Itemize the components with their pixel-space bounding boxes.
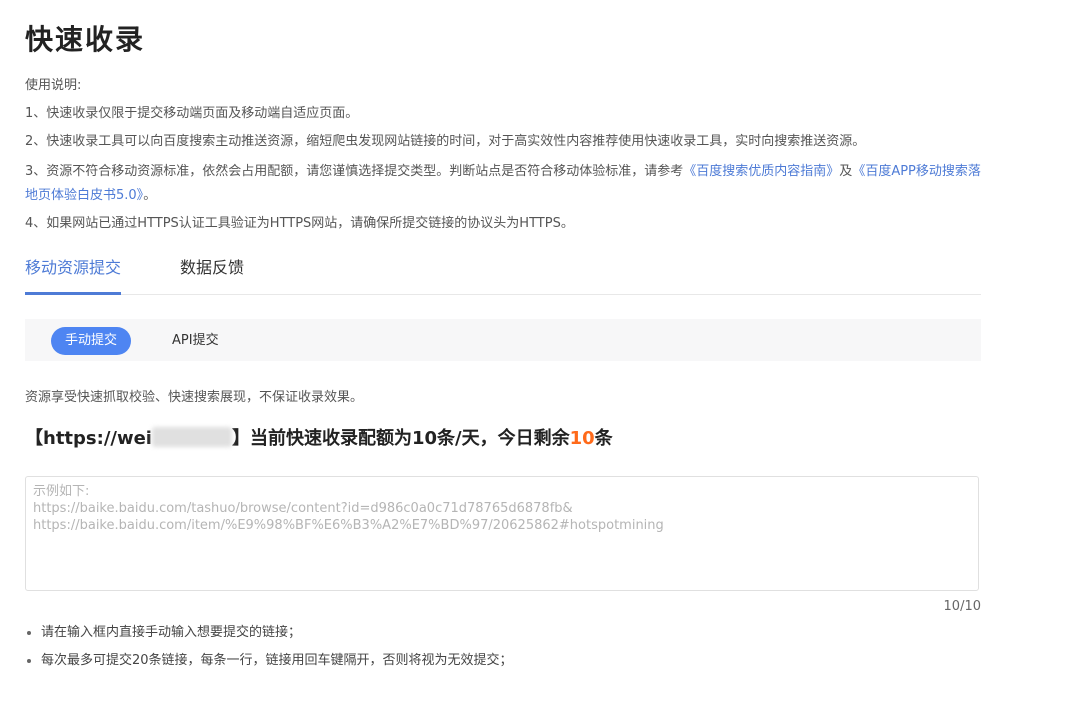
tab-data-feedback[interactable]: 数据反馈 bbox=[180, 256, 244, 292]
placeholder-line: 示例如下: bbox=[33, 484, 90, 499]
manual-submit-button[interactable]: 手动提交 bbox=[51, 327, 132, 355]
quota-text: 当前快速收录配额为10条/天，今日剩余 bbox=[249, 428, 570, 449]
usage-item-3: 3、资源不符合移动资源标准，依然会占用配额，请您谨慎选择提交类型。判断站点是否符… bbox=[25, 160, 981, 208]
list-item: 请在输入框内直接手动输入想要提交的链接； bbox=[25, 623, 513, 651]
redacted-site-name bbox=[151, 427, 232, 447]
page-title: 快速收录 bbox=[25, 23, 146, 56]
usage-item-4: 4、如果网站已通过HTTPS认证工具验证为HTTPS网站，请确保所提交链接的协议… bbox=[25, 216, 574, 231]
main-tabs: 移动资源提交 数据反馈 bbox=[25, 256, 981, 295]
quota-unit: 条 bbox=[594, 428, 613, 449]
content-guide-link[interactable]: 《百度搜索优质内容指南》 bbox=[683, 164, 839, 179]
resource-note: 资源享受快速抓取校验、快速搜索展现，不保证收录效果。 bbox=[25, 390, 364, 405]
api-submit-button[interactable]: API提交 bbox=[158, 327, 233, 355]
usage-item-3-prefix: 3、资源不符合移动资源标准，依然会占用配额，请您谨慎选择提交类型。判断站点是否符… bbox=[25, 164, 684, 179]
site-url-suffix: 】 bbox=[231, 428, 250, 449]
list-item: 每次最多可提交20条链接，每条一行，链接用回车键隔开，否则将视为无效提交； bbox=[25, 651, 513, 679]
placeholder-line: https://baike.baidu.com/item/%E9%98%BF%E… bbox=[33, 518, 664, 533]
quota-heading: 【https://wei 】当前快速收录配额为10条/天，今日剩余10条 bbox=[25, 424, 613, 450]
usage-instructions: 使用说明: 1、快速收录仅限于提交移动端页面及移动端自适应页面。 2、快速收录工… bbox=[25, 76, 981, 242]
usage-item-3-mid: 及 bbox=[839, 164, 853, 179]
placeholder-line: https://baike.baidu.com/tashuo/browse/co… bbox=[33, 501, 573, 516]
usage-item-1: 1、快速收录仅限于提交移动端页面及移动端自适应页面。 bbox=[25, 106, 359, 121]
usage-item-2: 2、快速收录工具可以向百度搜索主动推送资源，缩短爬虫发现网站链接的时间，对于高实… bbox=[25, 134, 866, 149]
usage-item-3-suffix: 。 bbox=[143, 188, 157, 203]
tips-list: 请在输入框内直接手动输入想要提交的链接； 每次最多可提交20条链接，每条一行，链… bbox=[25, 623, 513, 679]
tab-mobile-resource-submit[interactable]: 移动资源提交 bbox=[25, 256, 121, 295]
submit-method-tabs: 手动提交 API提交 bbox=[25, 319, 981, 361]
remaining-count: 10 bbox=[569, 428, 595, 449]
usage-heading: 使用说明: bbox=[25, 78, 82, 93]
site-url-prefix: 【https://wei bbox=[25, 428, 152, 449]
line-counter: 10/10 bbox=[943, 599, 981, 614]
url-input-textarea[interactable]: 示例如下: https://baike.baidu.com/tashuo/bro… bbox=[25, 476, 979, 591]
